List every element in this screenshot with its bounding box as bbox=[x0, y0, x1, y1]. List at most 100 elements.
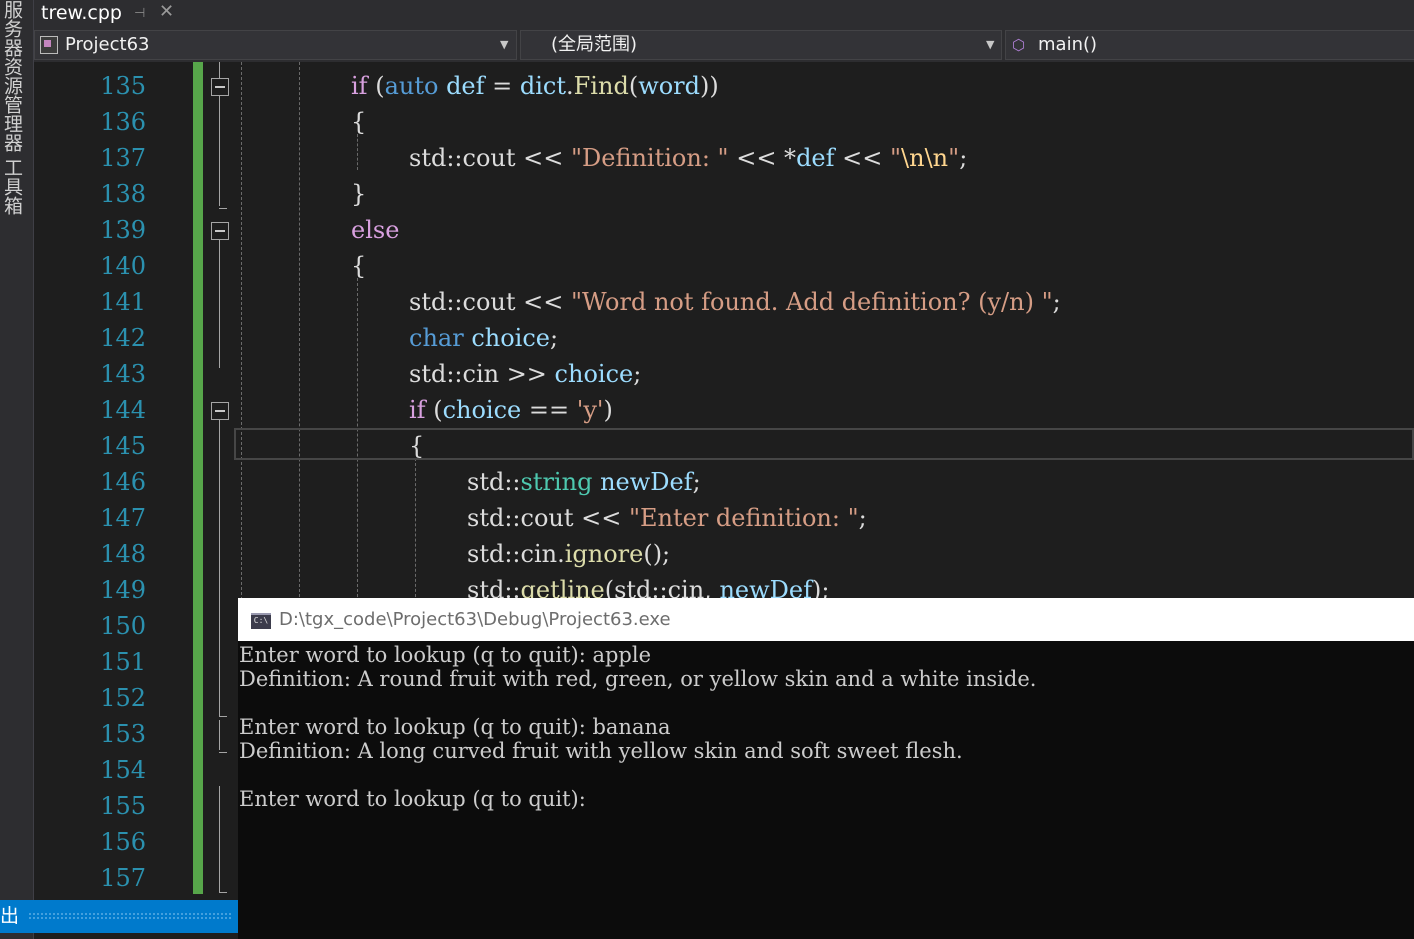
code-token: std::cin. bbox=[467, 540, 565, 568]
line-number: 143 bbox=[100, 360, 146, 388]
code-token: word bbox=[638, 72, 701, 100]
line-number: 142 bbox=[100, 324, 146, 352]
code-token: << * bbox=[728, 144, 797, 172]
line-number-gutter: 135 136 137 138 139 140 141 142 143 144 145 146 147 1… bbox=[34, 62, 154, 900]
code-token: auto bbox=[384, 72, 439, 100]
code-token: char bbox=[409, 324, 464, 352]
code-token: string bbox=[520, 468, 593, 496]
method-cube-icon: ⬡ bbox=[1012, 36, 1026, 54]
code-token: choice bbox=[471, 324, 550, 352]
code-token: ( bbox=[367, 72, 385, 100]
line-number: 147 bbox=[100, 504, 146, 532]
code-token: ; bbox=[633, 360, 642, 388]
code-token: choice bbox=[442, 396, 522, 424]
fold-tick bbox=[219, 716, 227, 717]
code-token: ; bbox=[1052, 288, 1061, 316]
scope-dropdown[interactable]: (全局范围) ▼ bbox=[520, 30, 1002, 60]
server-explorer-tab[interactable]: 服务器资源管理器 bbox=[0, 0, 23, 152]
function-name: main() bbox=[1038, 34, 1098, 55]
line-number: 146 bbox=[100, 468, 146, 496]
function-dropdown[interactable]: ⬡ main() bbox=[1005, 30, 1414, 60]
code-line: std::cout << "Word not found. Add defini… bbox=[409, 284, 1061, 320]
code-token: \n\n bbox=[901, 144, 949, 172]
close-icon[interactable]: ✕ bbox=[159, 0, 174, 25]
output-panel-tab[interactable]: 出 bbox=[0, 900, 238, 933]
console-line: Definition: A long curved fruit with yel… bbox=[239, 739, 963, 763]
code-token: std::cout << bbox=[409, 144, 571, 172]
code-token: newDef bbox=[600, 468, 693, 496]
console-titlebar[interactable]: C:\ D:\tgx_code\Project63\Debug\Project6… bbox=[238, 598, 1414, 641]
console-output[interactable]: Enter word to lookup (q to quit): apple D… bbox=[239, 643, 1409, 811]
code-token: . bbox=[566, 72, 574, 100]
code-token: else bbox=[351, 216, 400, 244]
line-number: 150 bbox=[100, 612, 146, 640]
fold-tick bbox=[219, 752, 227, 753]
indent-guide bbox=[415, 458, 416, 602]
output-tab-label: 出 bbox=[0, 905, 20, 927]
code-token: "Enter definition: " bbox=[628, 504, 859, 532]
code-token: ( bbox=[425, 396, 443, 424]
collapse-toggle[interactable] bbox=[211, 222, 229, 240]
collapse-toggle[interactable] bbox=[211, 78, 229, 96]
line-number: 155 bbox=[100, 792, 146, 820]
toolbox-tab[interactable]: 工具箱 bbox=[0, 158, 23, 215]
code-line: char choice; bbox=[409, 320, 558, 356]
console-line: Enter word to lookup (q to quit): banana bbox=[239, 715, 671, 739]
line-number: 154 bbox=[100, 756, 146, 784]
code-token: ; bbox=[692, 468, 701, 496]
line-number: 151 bbox=[100, 648, 146, 676]
code-token: { bbox=[351, 252, 367, 280]
code-token: { bbox=[351, 108, 367, 136]
code-token: "Word not found. Add definition? (y/n) " bbox=[570, 288, 1053, 316]
line-number: 149 bbox=[100, 576, 146, 604]
console-line: Enter word to lookup (q to quit): apple bbox=[239, 643, 652, 667]
code-token: std::cout << bbox=[409, 288, 571, 316]
code-token: Find bbox=[573, 72, 629, 100]
line-number: 138 bbox=[100, 180, 146, 208]
code-token: std::cout << bbox=[467, 504, 629, 532]
console-title: D:\tgx_code\Project63\Debug\Project63.ex… bbox=[279, 609, 671, 630]
code-token: ) bbox=[603, 396, 613, 424]
output-tab-grip bbox=[28, 912, 233, 920]
pin-icon[interactable]: ⊣ bbox=[134, 1, 145, 27]
code-token: def bbox=[796, 144, 835, 172]
console-window[interactable]: C:\ D:\tgx_code\Project63\Debug\Project6… bbox=[238, 598, 1414, 939]
line-number: 140 bbox=[100, 252, 146, 280]
line-number: 136 bbox=[100, 108, 146, 136]
code-token: "Definition: " bbox=[570, 144, 729, 172]
fold-line bbox=[219, 238, 220, 368]
code-token: dict bbox=[519, 72, 567, 100]
code-token: (); bbox=[643, 540, 671, 568]
tab-trew-cpp[interactable]: trew.cpp ⊣ ✕ bbox=[34, 0, 184, 27]
code-token: } bbox=[351, 180, 367, 208]
code-line: { bbox=[351, 104, 366, 140]
code-line: if (choice == 'y') bbox=[409, 392, 613, 428]
line-number: 139 bbox=[100, 216, 146, 244]
code-token: ignore bbox=[564, 540, 644, 568]
code-token: choice bbox=[554, 360, 634, 388]
project-name: Project63 bbox=[65, 34, 150, 55]
code-line: std::cout << "Definition: " << *def << "… bbox=[409, 140, 967, 176]
code-token: if bbox=[409, 396, 426, 424]
console-line: Enter word to lookup (q to quit): bbox=[239, 787, 586, 811]
line-number: 157 bbox=[100, 864, 146, 892]
project-icon bbox=[40, 36, 58, 54]
project-dropdown[interactable]: Project63 ▼ bbox=[34, 30, 517, 60]
collapse-toggle[interactable] bbox=[211, 402, 229, 420]
fold-tick bbox=[219, 892, 227, 893]
change-tracking-bar bbox=[193, 62, 203, 894]
code-line: } bbox=[351, 176, 366, 212]
code-token: std:: bbox=[467, 468, 521, 496]
code-token: ( bbox=[628, 72, 639, 100]
code-token: if bbox=[351, 72, 368, 100]
console-line: Definition: A round fruit with red, gree… bbox=[239, 667, 1037, 691]
code-line: std::string newDef; bbox=[467, 464, 701, 500]
navigation-bar: Project63 ▼ (全局范围) ▼ ⬡ main() bbox=[34, 27, 1414, 62]
code-line: std::cout << "Enter definition: "; bbox=[467, 500, 867, 536]
code-token: { bbox=[409, 432, 425, 460]
code-line: if (auto def = dict.Find(word)) bbox=[351, 68, 719, 104]
code-line: std::cin.ignore(); bbox=[467, 536, 670, 572]
document-tab-strip: trew.cpp ⊣ ✕ bbox=[34, 0, 1414, 27]
